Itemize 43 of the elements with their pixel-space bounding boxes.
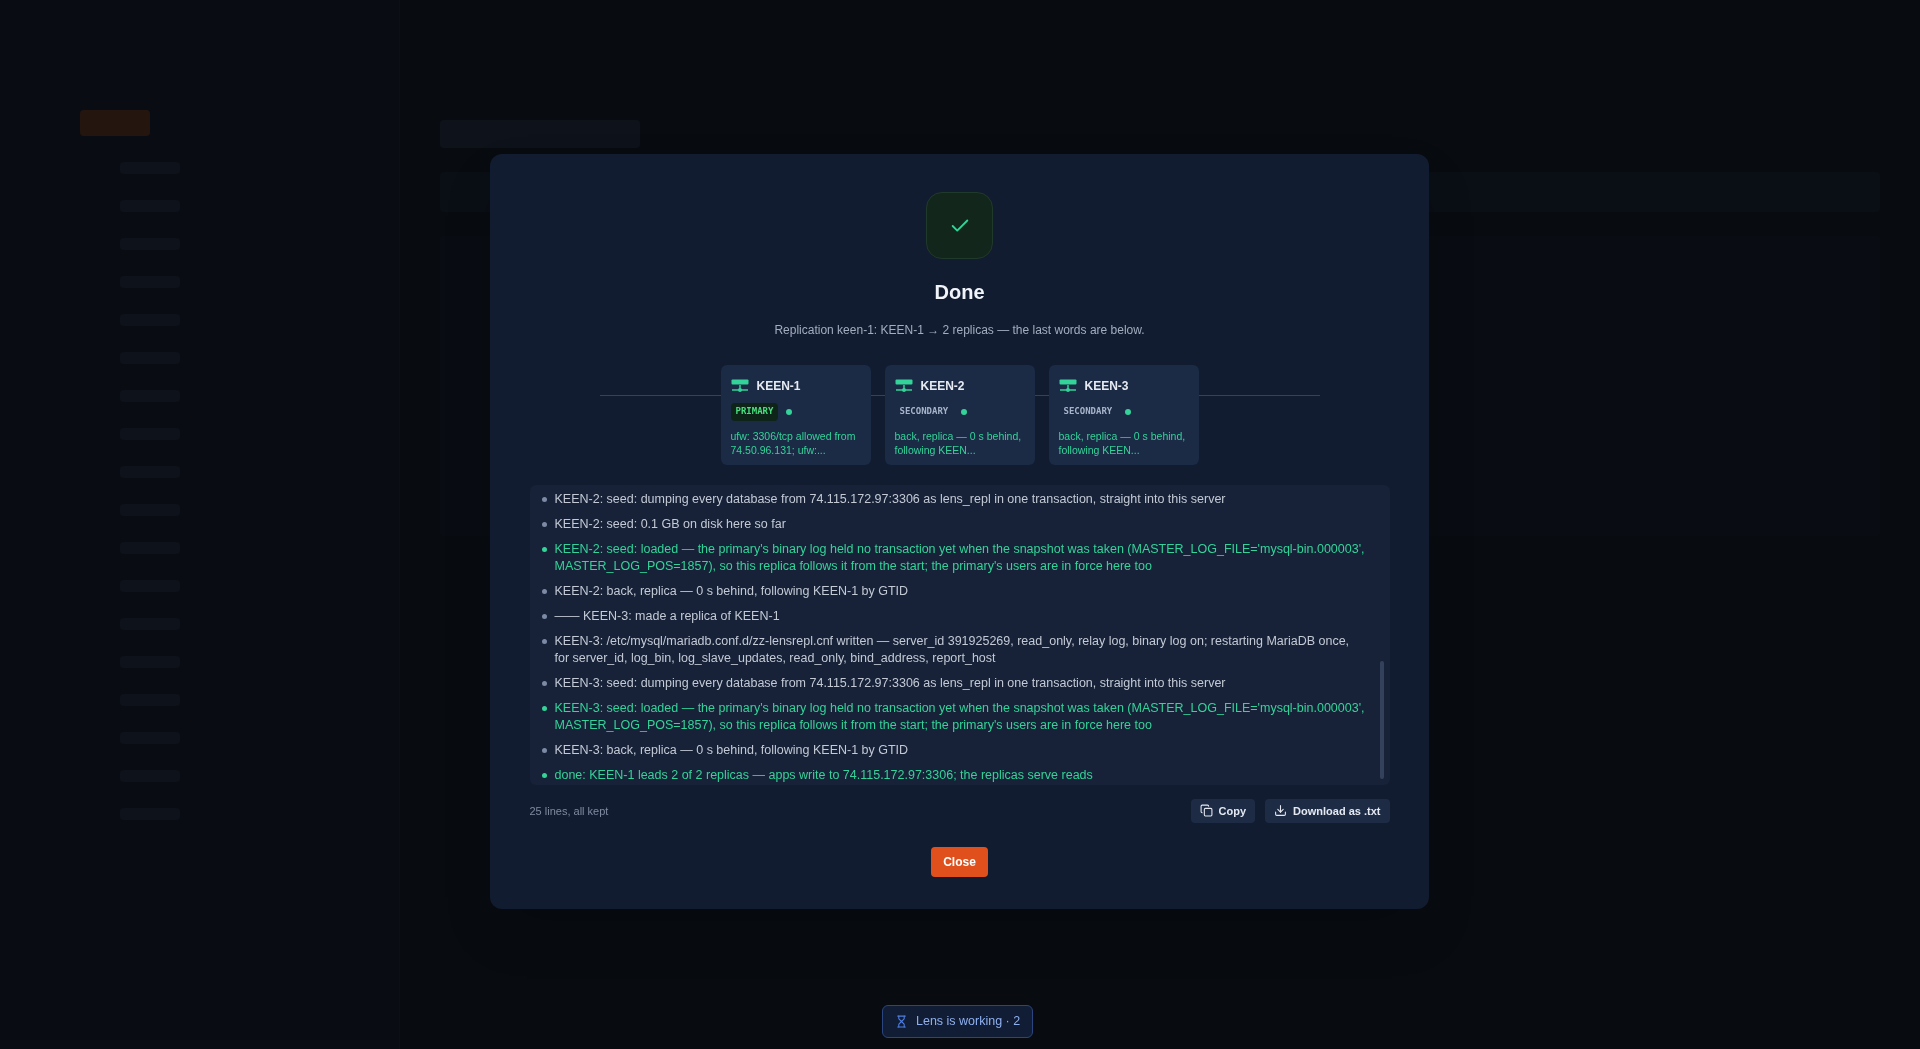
server-note: back, replica — 0 s behind, following KEEN...: [894, 428, 1023, 457]
server-name: KEEN-2: [920, 378, 965, 395]
dialog-subtitle: Replication keen-1: KEEN-1 → 2 replicas — the last words are below.: [774, 322, 1145, 339]
log-line: KEEN-3: /etc/mysql/mariadb.conf.d/zz-lensrepl.cnf written — server_id 391925269, read_only, relay log, binary log on; restarting MariaDB once, for server_id, log_bin, log_slave_updates, read_only, bind_address, report_host: [554, 632, 1351, 667]
log-bullet: [541, 705, 547, 711]
server-name: KEEN-1: [756, 378, 801, 395]
log-bullet: [541, 680, 547, 686]
log-line: KEEN-2: seed: dumping every database from 74.115.172.97:3306 as lens_repl in one transaction, straight into this server: [554, 490, 1226, 508]
log-bullet: [541, 638, 547, 644]
clipboard-icon: [1199, 804, 1213, 818]
copy-button[interactable]: Copy: [1190, 798, 1256, 823]
log-line: KEEN-3: back, replica — 0 s behind, following KEEN-1 by GTID: [554, 741, 909, 759]
log-line: KEEN-2: seed: 0.1 GB on disk here so far: [554, 515, 786, 533]
role-label: SECONDARY: [898, 405, 950, 418]
download-button[interactable]: Download as .txt: [1265, 798, 1390, 823]
server-icon: [894, 379, 913, 393]
line-count: 25 lines, all kept: [529, 803, 609, 819]
log-line: KEEN-3: seed: dumping every database from 74.115.172.97:3306 as lens_repl in one transaction, straight into this server: [554, 674, 1226, 692]
log-bullet: [541, 496, 547, 502]
download-icon: [1274, 804, 1288, 818]
server-icon: [730, 379, 749, 393]
log-line: KEEN-2: back, replica — 0 s behind, following KEEN-1 by GTID: [554, 582, 909, 600]
log-bullet: [541, 613, 547, 619]
log-bullet: [541, 588, 547, 594]
log-line: KEEN-3: seed: loaded — the primary's binary log held no transaction yet when the snapshot was taken (MASTER_LOG_FILE='mysql-bin.000003', MASTER_LOG_POS=1857), so this replica follows it from the start; the primary's users are in force here too: [554, 699, 1366, 734]
server-icon: [1058, 379, 1077, 393]
server-name: KEEN-3: [1084, 378, 1129, 395]
role-label: SECONDARY: [1062, 405, 1114, 418]
log-bullet: [541, 546, 547, 552]
server-note: back, replica — 0 s behind, following KEEN...: [1058, 428, 1187, 457]
close-button[interactable]: Close: [931, 847, 988, 877]
role-label: PRIMARY: [730, 403, 779, 421]
log-line: KEEN-2: seed: loaded — the primary's binary log held no transaction yet when the snapshot was taken (MASTER_LOG_FILE='mysql-bin.000003', MASTER_LOG_POS=1857), so this replica follows it from the start; the primary's users are in force here too: [554, 540, 1366, 575]
activity-pill[interactable]: Lens is working · 2: [882, 1005, 1034, 1038]
activity-label: Lens is working · 2: [916, 1013, 1021, 1030]
hourglass-icon: [895, 1014, 908, 1028]
log-line: done: KEEN-1 leads 2 of 2 replicas — apps write to 74.115.172.97:3306; the replicas serve reads: [554, 766, 1093, 784]
log-bullet: [541, 521, 547, 527]
server-note: ufw: 3306/tcp allowed from 74.50.96.131; ufw:...: [730, 428, 857, 457]
dialog-title: Done: [934, 280, 985, 305]
log-bullet: [541, 747, 547, 753]
log-line: —— KEEN-3: made a replica of KEEN-1: [554, 607, 780, 625]
log-bullet: [541, 772, 547, 778]
